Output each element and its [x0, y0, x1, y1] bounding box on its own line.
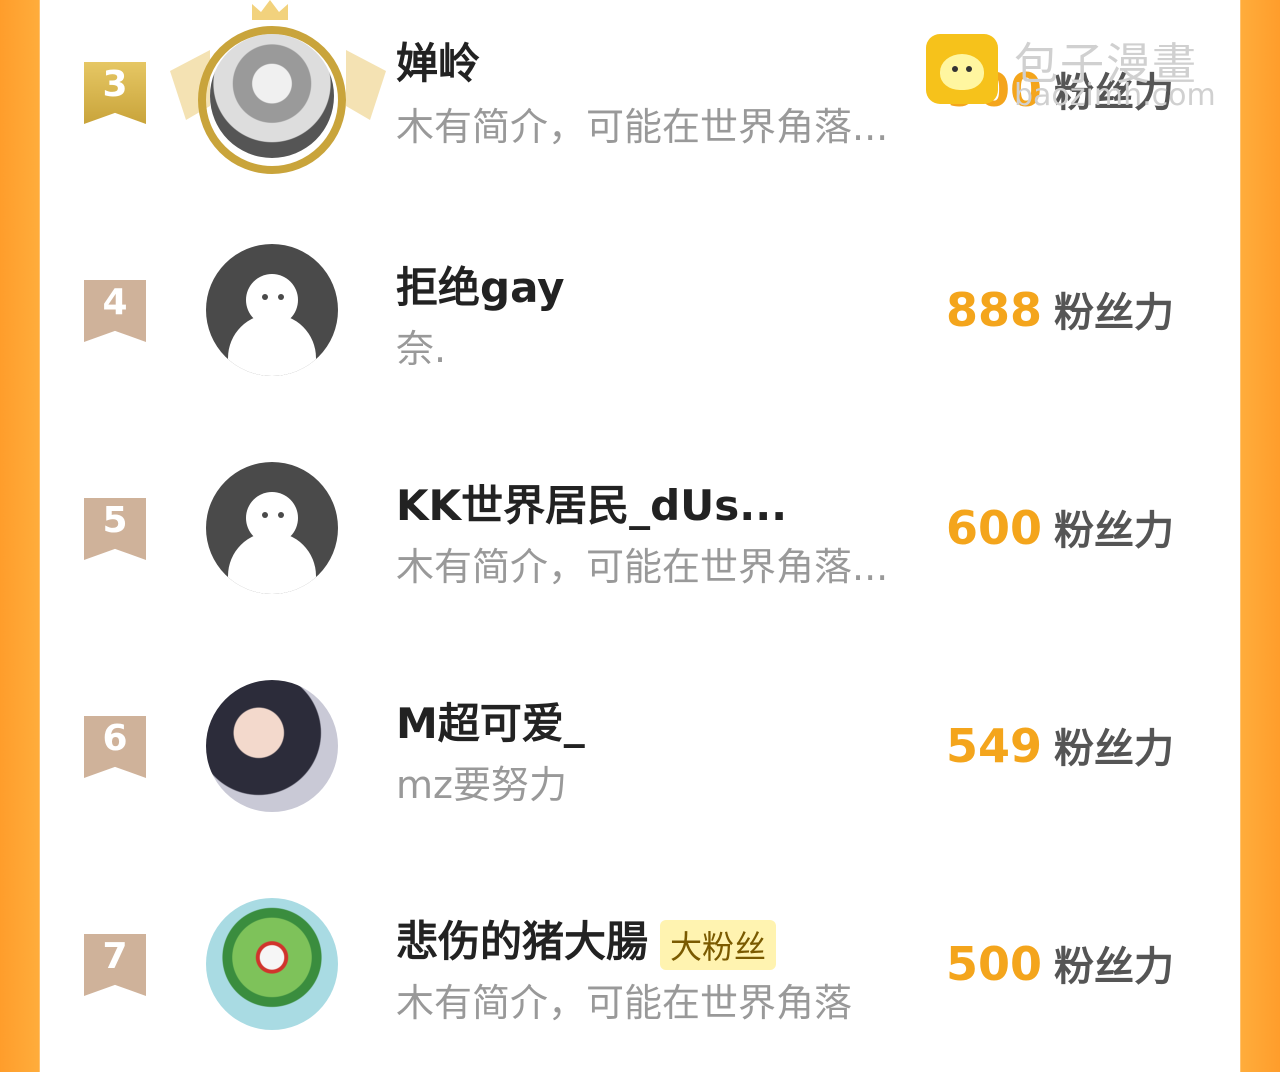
rank-row-4[interactable]: 4 拒绝gay 奈. 888 粉丝力: [40, 218, 1240, 418]
crown-icon: [252, 0, 288, 20]
fan-power-unit: 粉丝力: [1054, 726, 1175, 772]
user-intro: 木有简介，可能在世界角落...: [396, 545, 889, 589]
rank-badge: 7: [84, 934, 146, 996]
user-name[interactable]: KK世界居民_dUs...: [396, 472, 787, 533]
rank-row-6[interactable]: 6 M超可爱_ mz要努力 549 粉丝力: [40, 654, 1240, 854]
rank-badge: 3: [84, 62, 146, 124]
fan-power-unit: 粉丝力: [1054, 944, 1175, 990]
watermark: 包子漫畫 baozimh.com: [926, 34, 1256, 113]
fan-power: 888 粉丝力: [946, 280, 1174, 338]
fan-power: 500 粉丝力: [946, 934, 1174, 992]
avatar[interactable]: [206, 898, 338, 1030]
rank-row-5[interactable]: 5 KK世界居民_dUs... 木有简介，可能在世界角落... 600 粉丝力: [40, 436, 1240, 636]
user-intro: 木有简介，可能在世界角落...: [396, 105, 889, 149]
rank-badge: 5: [84, 498, 146, 560]
fan-power-unit: 粉丝力: [1054, 508, 1175, 554]
rank-badge: 4: [84, 280, 146, 342]
avatar[interactable]: [206, 680, 338, 812]
user-intro: 奈.: [396, 327, 447, 371]
user-name[interactable]: 悲伤的猪大腸 大粉丝: [396, 908, 777, 970]
wing-decoration-icon: [346, 50, 386, 120]
default-avatar-icon[interactable]: [206, 244, 338, 376]
fan-power-value: 549: [946, 719, 1043, 773]
user-intro: 木有简介，可能在世界角落: [396, 981, 853, 1025]
user-name[interactable]: 拒绝gay: [396, 254, 565, 315]
fan-power: 600 粉丝力: [946, 498, 1174, 556]
fan-power-value: 600: [946, 501, 1043, 555]
baozi-logo-icon: [926, 34, 998, 104]
default-avatar-icon[interactable]: [206, 462, 338, 594]
user-name[interactable]: 婵岭: [396, 30, 480, 91]
fan-power-value: 500: [946, 937, 1043, 991]
fan-power: 549 粉丝力: [946, 716, 1174, 774]
rank-badge: 6: [84, 716, 146, 778]
avatar-frame: [198, 26, 346, 174]
big-fan-badge: 大粉丝: [660, 919, 777, 970]
user-intro: mz要努力: [396, 763, 567, 807]
fan-power-unit: 粉丝力: [1054, 290, 1175, 336]
fan-power-value: 888: [946, 283, 1043, 337]
user-name-text: 悲伤的猪大腸: [396, 917, 649, 966]
rank-row-7[interactable]: 7 悲伤的猪大腸 大粉丝 木有简介，可能在世界角落 500 粉丝力: [40, 872, 1240, 1072]
ranking-list: 3 婵岭 木有简介，可能在世界角落... 900粉丝力 4 拒绝gay 奈. 8…: [40, 0, 1240, 1030]
user-name[interactable]: M超可爱_: [396, 690, 585, 751]
watermark-domain: baozimh.com: [1014, 78, 1216, 113]
